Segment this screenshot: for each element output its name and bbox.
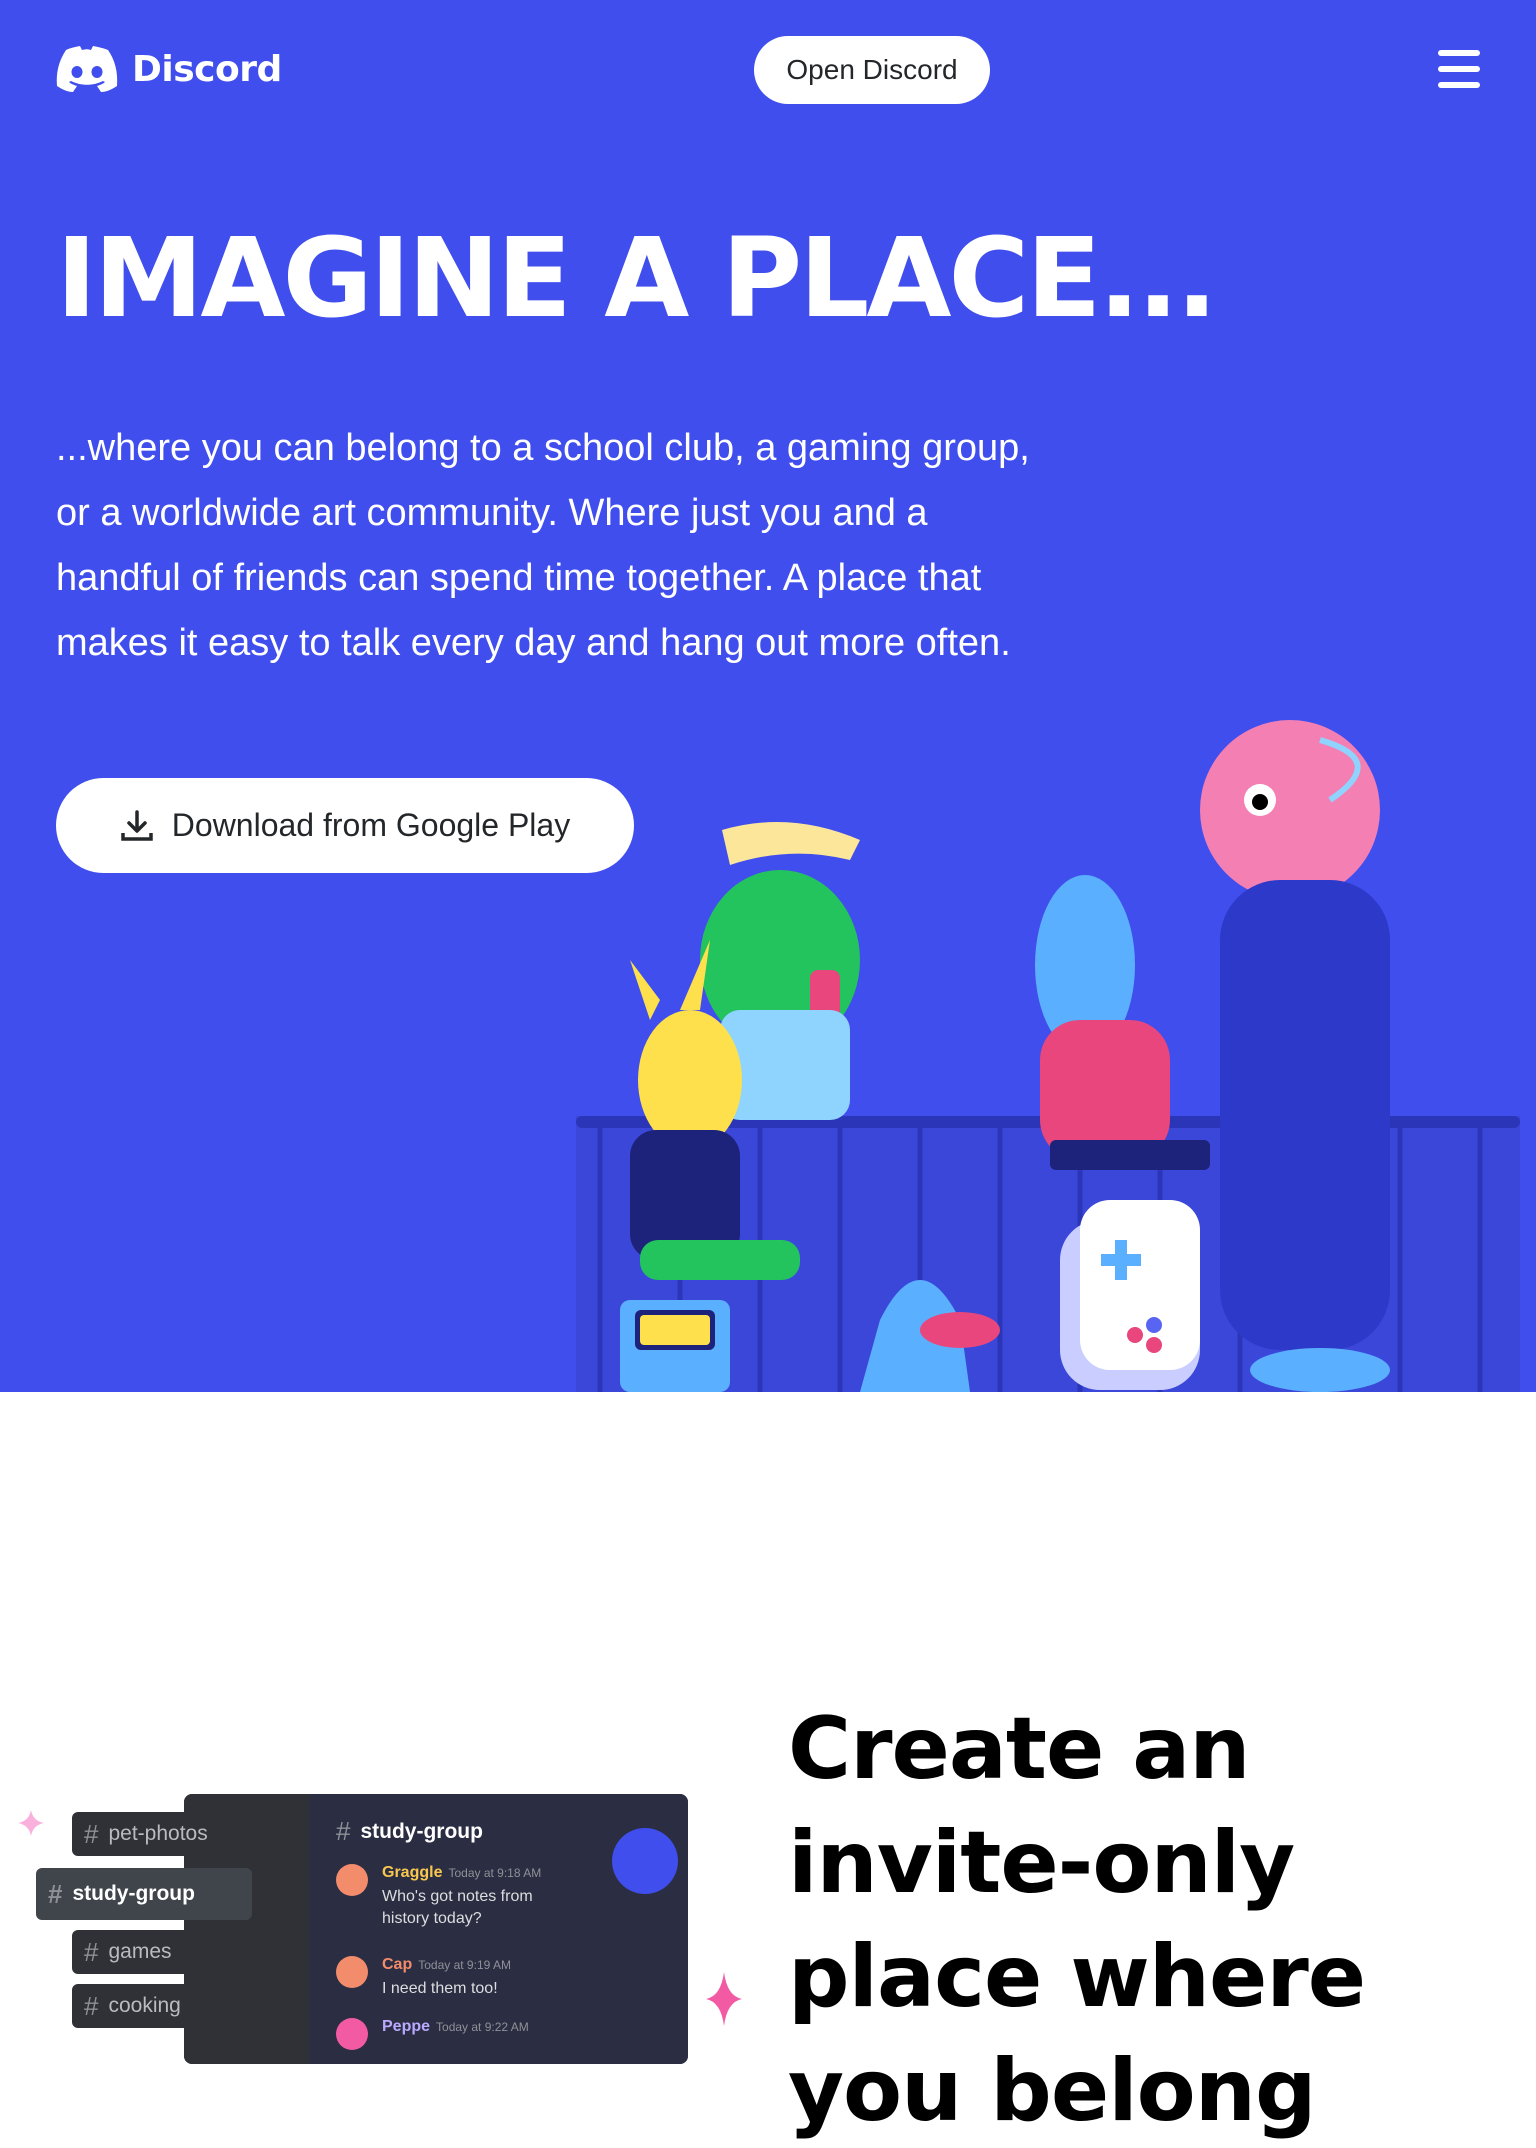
download-google-play-button[interactable]: Download from Google Play <box>56 778 634 873</box>
channel-cooking[interactable]: # cooking <box>72 1984 274 2028</box>
scroll-down-button[interactable] <box>612 1828 678 1894</box>
hashtag-icon: # <box>84 1936 99 1967</box>
open-discord-button[interactable]: Open Discord <box>754 36 990 104</box>
chat-channel-title: # study-group <box>336 1816 483 1847</box>
chat-message: Graggle Today at 9:18 AM Who's got notes … <box>336 1864 572 1930</box>
message-text: Who's got notes from history today? <box>382 1888 533 1927</box>
hero-section: Discord Open Discord IMAGINE A PLACE... … <box>0 0 1536 1392</box>
channel-label: games <box>108 1940 172 1963</box>
channel-study-group[interactable]: # study-group <box>36 1868 252 1920</box>
chat-channel-title-text: study-group <box>360 1819 483 1843</box>
avatar <box>336 1864 368 1896</box>
invite-only-section: Create an invite-only place where you be… <box>0 1392 1536 2141</box>
message-time: Today at 9:22 AM <box>436 2020 529 2034</box>
hero-characters-illustration <box>576 720 1520 1392</box>
section-heading: Create an invite-only place where you be… <box>788 1699 1366 2141</box>
channel-label: pet-photos <box>108 1822 208 1845</box>
hashtag-icon: # <box>336 1816 351 1846</box>
avatar <box>336 1956 368 1988</box>
message-author: Graggle <box>382 1864 443 1881</box>
sparkle-icon-pink <box>706 1972 742 2026</box>
message-time: Today at 9:19 AM <box>418 1958 511 1972</box>
discord-logo-icon <box>56 46 118 92</box>
hero-headline: IMAGINE A PLACE... <box>56 214 1218 342</box>
message-author: Cap <box>382 1956 413 1973</box>
message-time: Today at 9:18 AM <box>448 1866 542 1880</box>
hashtag-icon: # <box>48 1878 63 1909</box>
message-author: Peppe <box>382 2018 431 2035</box>
sparkle-icon <box>18 1810 44 1836</box>
message-text: I need them too! <box>382 1980 498 1997</box>
channel-label: cooking <box>108 1994 181 2017</box>
chat-message: Cap Today at 9:19 AM I need them too! <box>336 1956 511 2000</box>
channel-pet-photos[interactable]: # pet-photos <box>72 1812 274 1856</box>
channel-games[interactable]: # games <box>72 1930 274 1974</box>
download-button-label: Download from Google Play <box>171 807 571 843</box>
download-icon <box>121 809 153 841</box>
hero-description: ...where you can belong to a school club… <box>56 427 1030 664</box>
hashtag-icon: # <box>84 1818 99 1849</box>
avatar <box>336 2018 368 2050</box>
chat-message: Peppe Today at 9:22 AM <box>336 2018 529 2050</box>
discord-logo[interactable]: Discord <box>56 46 282 92</box>
hamburger-menu-icon[interactable] <box>1438 50 1482 88</box>
hashtag-icon: # <box>84 1990 99 2021</box>
channel-label: study-group <box>72 1882 195 1905</box>
brand-name: Discord <box>132 48 282 90</box>
